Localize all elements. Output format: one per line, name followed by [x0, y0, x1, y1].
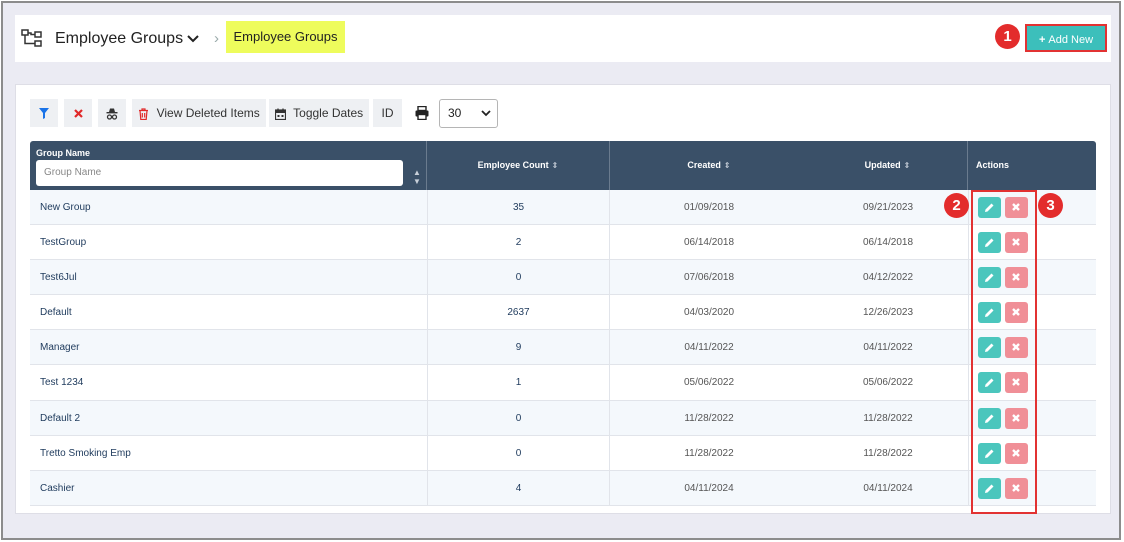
created-cell: 11/28/2022: [684, 412, 734, 424]
created-cell: 05/06/2022: [683, 377, 735, 389]
toggle-dates-label: Toggle Dates: [293, 106, 364, 120]
plus-icon: +: [1038, 34, 1046, 46]
created-cell: 07/06/2018: [683, 272, 735, 284]
created-cell: 04/11/2022: [684, 342, 734, 354]
sort-icon: ⇕: [723, 161, 731, 170]
employee-count-cell: 2: [427, 225, 610, 261]
close-icon: [73, 109, 83, 119]
col-employee-count[interactable]: Employee Count ⇕: [427, 141, 610, 190]
group-name-filter-input[interactable]: Group Name: [36, 160, 403, 186]
annotation-badge-2: 2: [944, 193, 969, 218]
print-icon[interactable]: [415, 106, 429, 120]
col-created[interactable]: Created ⇕: [610, 141, 808, 190]
employee-count-cell: 4: [427, 470, 610, 506]
col-group-name: Group Name Group Name ▲ ▼: [30, 141, 427, 190]
table-row: Manager 9 04/11/2022 04/11/2022: [30, 330, 1096, 366]
employee-count-cell: 0: [427, 435, 610, 471]
employee-count-cell: 2637: [427, 295, 610, 331]
col-created-label: Created: [687, 160, 721, 170]
hierarchy-icon: [21, 29, 42, 47]
group-name-cell[interactable]: Cashier: [40, 471, 74, 506]
group-name-cell[interactable]: New Group: [40, 190, 91, 225]
group-name-cell[interactable]: Manager: [40, 330, 79, 365]
col-updated[interactable]: Updated ⇕: [808, 141, 968, 190]
updated-cell: 04/11/2022: [863, 342, 913, 354]
add-new-label: Add New: [1048, 34, 1094, 46]
view-deleted-button[interactable]: View Deleted Items: [132, 99, 266, 127]
add-new-button[interactable]: + Add New: [1025, 24, 1107, 52]
table-row: Default 2 0 11/28/2022 11/28/2022: [30, 400, 1096, 436]
id-toggle-button[interactable]: ID: [373, 99, 402, 127]
page-size-value: 30: [448, 106, 462, 120]
created-cell: 11/28/2022: [684, 447, 734, 459]
created-cell: 06/14/2018: [683, 237, 735, 249]
col-employee-count-label: Employee Count: [477, 160, 549, 170]
filter-icon: [39, 108, 49, 120]
group-name-cell[interactable]: Test6Jul: [40, 260, 77, 295]
groups-table: Group Name Group Name ▲ ▼ Employee Count ⇕…: [30, 141, 1096, 506]
chevron-down-icon[interactable]: [186, 33, 200, 45]
col-group-name-label: Group Name: [36, 148, 91, 158]
sort-icon: ⇕: [551, 161, 559, 170]
employee-count-cell: 0: [427, 260, 610, 296]
employee-count-cell: 1: [427, 365, 610, 401]
table-row: Default 2637 04/03/2020 12/26/2023: [30, 295, 1096, 331]
page-title: Employee Groups: [55, 30, 184, 47]
created-cell: 01/09/2018: [683, 202, 735, 213]
breadcrumb-separator-icon: ›: [214, 30, 219, 47]
toggle-dates-button[interactable]: Toggle Dates: [269, 99, 369, 127]
created-cell: 04/11/2024: [684, 482, 734, 494]
clear-filter-button[interactable]: [64, 99, 92, 127]
table-row: Tretto Smoking Emp 0 11/28/2022 11/28/2022: [30, 435, 1096, 471]
incognito-button[interactable]: [98, 99, 126, 127]
table-card: View Deleted Items Toggle Dates ID 30 Gr…: [15, 84, 1111, 514]
incognito-icon: [106, 108, 118, 120]
updated-cell: 04/11/2024: [863, 482, 913, 494]
table-body: New Group 35 01/09/2018 09/21/2023 TestGroup…: [30, 190, 1096, 506]
group-name-cell[interactable]: Default: [40, 295, 72, 330]
col-actions: Actions: [976, 160, 1010, 170]
page-size-select[interactable]: 30: [439, 99, 498, 128]
table-row: Cashier 4 04/11/2024 04/11/2024: [30, 470, 1096, 506]
col-updated-label: Updated: [864, 160, 901, 170]
chevron-down-icon: [481, 110, 491, 117]
table-row: New Group 35 01/09/2018 09/21/2023: [30, 190, 1096, 226]
breadcrumb[interactable]: Employee Groups: [226, 21, 345, 53]
group-name-cell[interactable]: TestGroup: [40, 225, 86, 260]
view-deleted-label: View Deleted Items: [156, 106, 260, 120]
group-name-cell[interactable]: Default 2: [40, 401, 80, 436]
calendar-icon: [274, 108, 286, 120]
employee-count-cell: 0: [427, 400, 610, 436]
sort-icon: ⇕: [903, 161, 911, 170]
updated-cell: 06/14/2018: [862, 237, 914, 249]
annotation-badge-1: 1: [995, 24, 1020, 49]
employee-count-cell: 9: [427, 330, 610, 366]
created-cell: 04/03/2020: [683, 307, 735, 319]
updated-cell: 11/28/2022: [863, 447, 913, 459]
filter-button[interactable]: [30, 99, 58, 127]
table-row: Test 1234 1 05/06/2022 05/06/2022: [30, 365, 1096, 401]
group-name-cell[interactable]: Test 1234: [40, 365, 83, 400]
sort-icon[interactable]: ▲ ▼: [413, 168, 421, 186]
updated-cell: 12/26/2023: [862, 307, 914, 319]
table-row: TestGroup 2 06/14/2018 06/14/2018: [30, 225, 1096, 261]
updated-cell: 11/28/2022: [863, 412, 913, 424]
table-row: Test6Jul 0 07/06/2018 04/12/2022: [30, 260, 1096, 296]
group-name-cell[interactable]: Tretto Smoking Emp: [40, 436, 131, 471]
table-header: Group Name Group Name ▲ ▼ Employee Count ⇕…: [30, 141, 1096, 190]
actions-highlight: [971, 190, 1037, 514]
employee-count-cell: 35: [427, 190, 610, 225]
updated-cell: 04/12/2022: [862, 272, 914, 284]
page-header: Employee Groups › Employee Groups + Add N…: [15, 15, 1111, 62]
updated-cell: 05/06/2022: [862, 377, 914, 389]
app-frame: Employee Groups › Employee Groups + Add N…: [1, 1, 1121, 540]
annotation-badge-3: 3: [1038, 193, 1063, 218]
trash-icon: [139, 108, 149, 120]
